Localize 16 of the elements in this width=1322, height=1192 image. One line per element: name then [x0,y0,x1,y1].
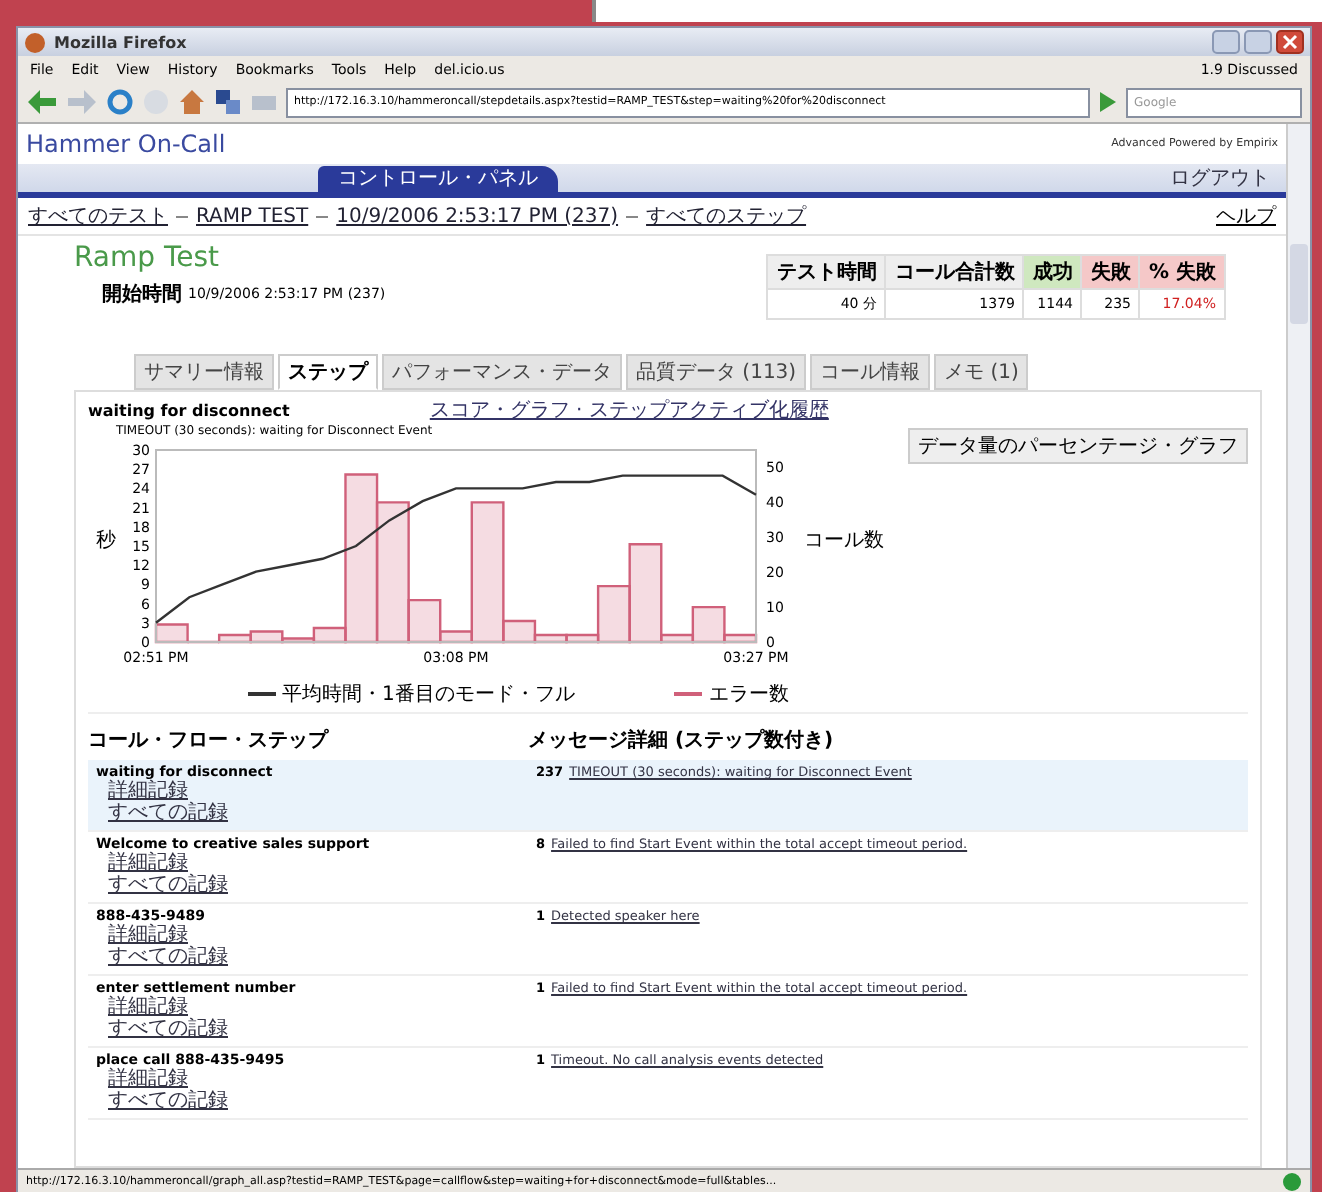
step-name: waiting for disconnect [88,402,290,420]
column-header: コール・フロー・ステップ [88,726,331,754]
app-logo: Hammer On-Call [26,130,226,158]
stats-header: % 失敗 [1139,255,1225,289]
stats-header: テスト時間 [767,255,886,289]
legend-label: 平均時間・1番目のモード・フル [282,681,575,708]
stats-header: コール合計数 [885,255,1024,289]
stats-header: 失敗 [1081,255,1140,289]
axis-label: コール数 [804,530,884,552]
window-title: Mozilla Firefox [54,33,187,51]
test-title: Ramp Test [74,242,222,274]
start-time-label: 開始時間 [102,281,182,308]
column-header: メッセージ詳細 (ステップ数付き) [528,726,836,754]
stats-header: 成功 [1023,255,1082,289]
legend-label: エラー数 [708,682,789,708]
axis-label: 秒 [96,530,116,552]
